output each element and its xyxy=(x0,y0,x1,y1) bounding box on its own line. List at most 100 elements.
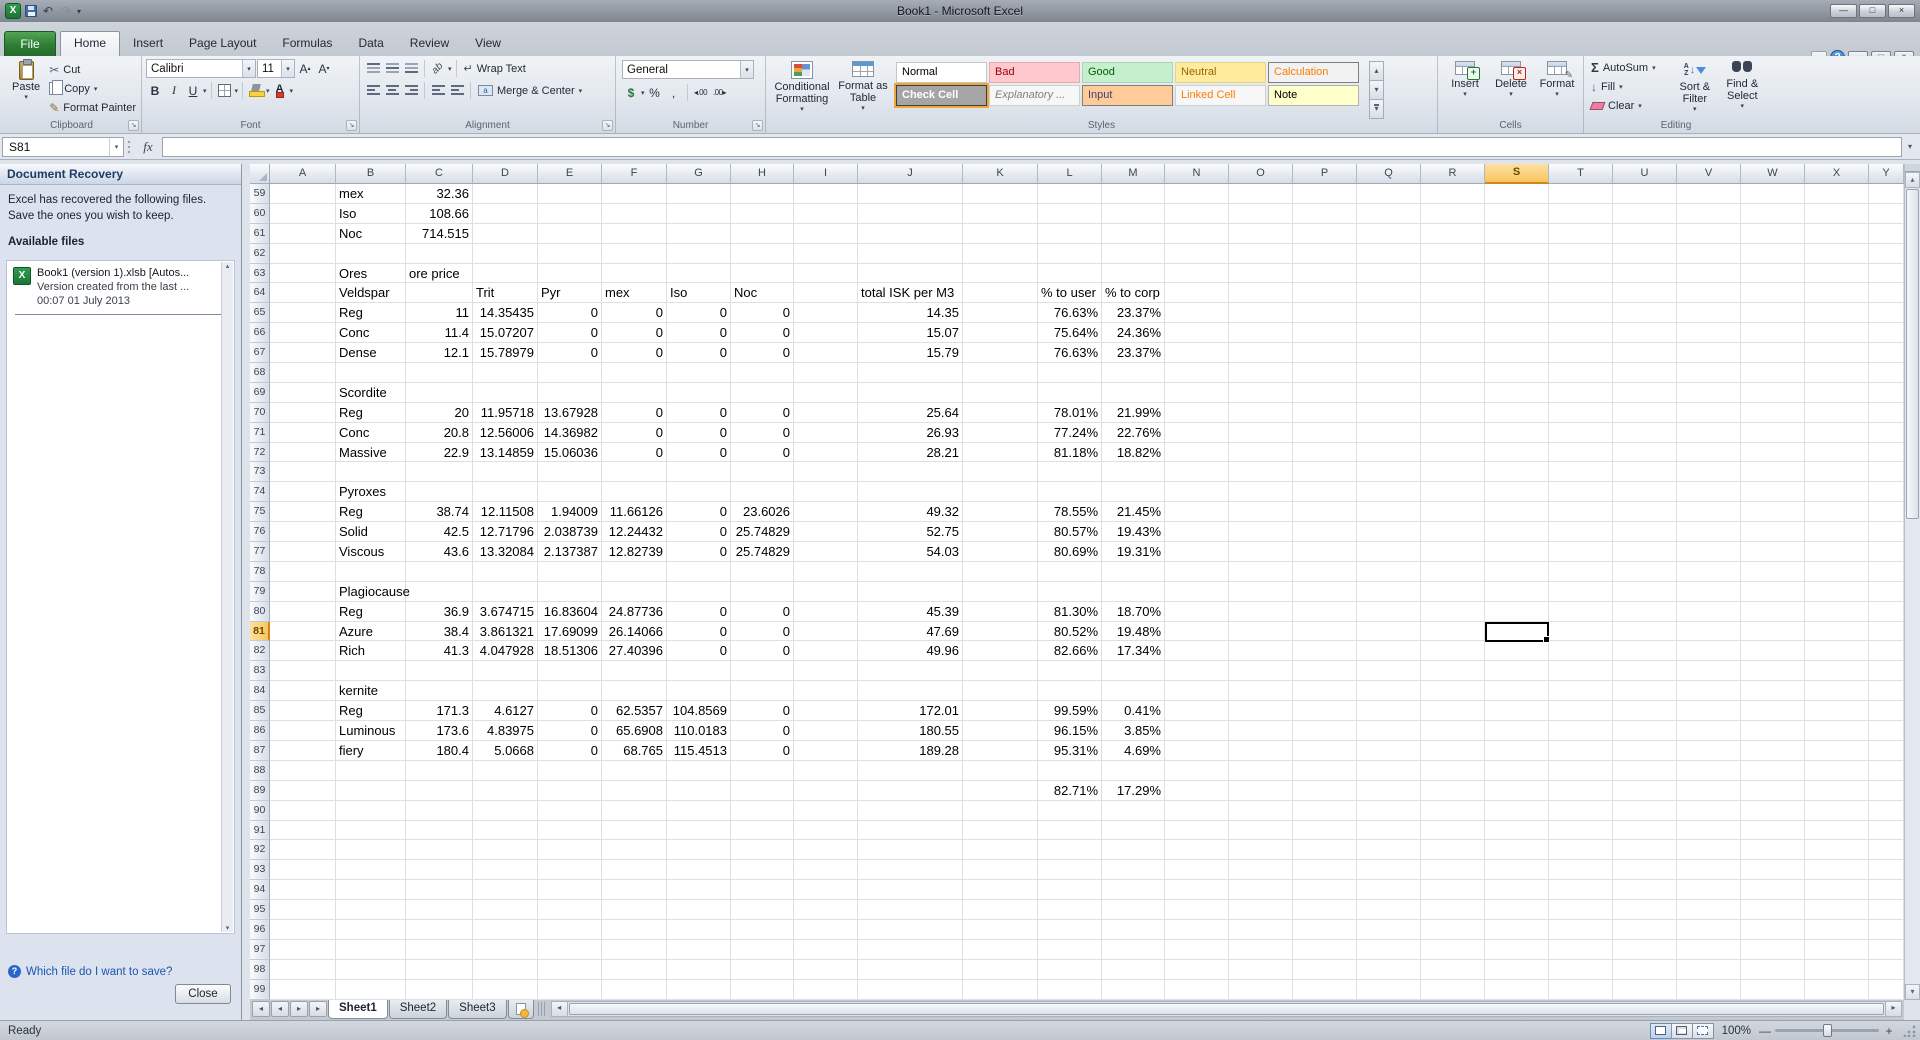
row-header-65[interactable]: 65 xyxy=(250,303,270,324)
cell-C66[interactable]: 11.4 xyxy=(406,323,473,344)
cell-P84[interactable] xyxy=(1293,681,1357,702)
cell-Q95[interactable] xyxy=(1357,900,1421,920)
cell-Y59[interactable] xyxy=(1869,184,1904,204)
cell-X87[interactable] xyxy=(1805,740,1869,761)
cell-T89[interactable] xyxy=(1549,780,1613,801)
cell-Y98[interactable] xyxy=(1869,959,1904,980)
cell-T79[interactable] xyxy=(1549,581,1613,602)
clear-button[interactable]: Clear ▾ xyxy=(1588,96,1671,115)
cell-K84[interactable] xyxy=(963,681,1038,702)
cell-V78[interactable] xyxy=(1677,561,1741,582)
cell-M99[interactable] xyxy=(1102,979,1165,1000)
cell-L78[interactable] xyxy=(1038,561,1102,582)
cell-L72[interactable]: 81.18% xyxy=(1038,442,1102,463)
cell-J63[interactable] xyxy=(858,263,963,284)
cell-X61[interactable] xyxy=(1805,223,1869,244)
cell-D85[interactable]: 4.6127 xyxy=(473,701,538,722)
cell-O95[interactable] xyxy=(1229,900,1293,920)
cell-U91[interactable] xyxy=(1613,820,1677,841)
cell-style-normal[interactable]: Normal xyxy=(896,62,987,83)
column-header-V[interactable]: V xyxy=(1677,164,1741,184)
cell-I81[interactable] xyxy=(794,621,858,642)
ribbon-tab-view[interactable]: View xyxy=(462,31,514,56)
cell-style-bad[interactable]: Bad xyxy=(989,62,1080,83)
tab-splitter[interactable] xyxy=(537,1002,545,1016)
cell-F61[interactable] xyxy=(602,223,667,244)
cell-P74[interactable] xyxy=(1293,482,1357,503)
excel-logo-icon[interactable]: X xyxy=(5,3,21,19)
cell-X94[interactable] xyxy=(1805,880,1869,901)
delete-cells-button[interactable]: Delete ▾ xyxy=(1488,58,1534,116)
cell-B91[interactable] xyxy=(336,820,406,841)
cell-F65[interactable]: 0 xyxy=(602,303,667,324)
cell-Q70[interactable] xyxy=(1357,402,1421,423)
cell-I70[interactable] xyxy=(794,402,858,423)
cell-T65[interactable] xyxy=(1549,303,1613,324)
cell-A66[interactable] xyxy=(270,323,336,344)
cell-T59[interactable] xyxy=(1549,184,1613,204)
cell-O97[interactable] xyxy=(1229,939,1293,960)
cell-J71[interactable]: 26.93 xyxy=(858,422,963,443)
cell-M81[interactable]: 19.48% xyxy=(1102,621,1165,642)
cell-J99[interactable] xyxy=(858,979,963,1000)
cell-E86[interactable]: 0 xyxy=(538,721,602,741)
cell-H74[interactable] xyxy=(731,482,794,503)
cell-M95[interactable] xyxy=(1102,900,1165,920)
cell-L76[interactable]: 80.57% xyxy=(1038,522,1102,543)
row-header-87[interactable]: 87 xyxy=(250,740,270,761)
cell-L90[interactable] xyxy=(1038,800,1102,821)
cell-F83[interactable] xyxy=(602,661,667,682)
paste-button[interactable]: Paste ▾ xyxy=(6,58,46,116)
cell-N88[interactable] xyxy=(1165,760,1229,781)
cell-K82[interactable] xyxy=(963,641,1038,662)
cell-Q97[interactable] xyxy=(1357,939,1421,960)
cell-H60[interactable] xyxy=(731,203,794,224)
ribbon-tab-review[interactable]: Review xyxy=(397,31,462,56)
cell-B93[interactable] xyxy=(336,860,406,881)
cell-M67[interactable]: 23.37% xyxy=(1102,343,1165,364)
cell-C65[interactable]: 11 xyxy=(406,303,473,324)
cell-A93[interactable] xyxy=(270,860,336,881)
cell-Y88[interactable] xyxy=(1869,760,1904,781)
cell-D94[interactable] xyxy=(473,880,538,901)
cell-B61[interactable]: Noc xyxy=(336,223,406,244)
cell-H93[interactable] xyxy=(731,860,794,881)
cell-Q79[interactable] xyxy=(1357,581,1421,602)
cell-A72[interactable] xyxy=(270,442,336,463)
cell-U64[interactable] xyxy=(1613,283,1677,304)
cell-O87[interactable] xyxy=(1229,740,1293,761)
cell-V97[interactable] xyxy=(1677,939,1741,960)
autosum-button[interactable]: Σ AutoSum ▾ xyxy=(1588,58,1671,77)
cell-Q94[interactable] xyxy=(1357,880,1421,901)
cell-J62[interactable] xyxy=(858,243,963,264)
cell-J95[interactable] xyxy=(858,900,963,920)
cell-M69[interactable] xyxy=(1102,382,1165,403)
cell-C62[interactable] xyxy=(406,243,473,264)
cell-D61[interactable] xyxy=(473,223,538,244)
cell-F60[interactable] xyxy=(602,203,667,224)
cell-N70[interactable] xyxy=(1165,402,1229,423)
cell-J64[interactable]: total ISK per M3 xyxy=(858,283,963,304)
cell-G70[interactable]: 0 xyxy=(667,402,731,423)
cell-F68[interactable] xyxy=(602,363,667,383)
cell-K77[interactable] xyxy=(963,542,1038,562)
cell-I77[interactable] xyxy=(794,542,858,562)
cell-Q77[interactable] xyxy=(1357,542,1421,562)
cell-J79[interactable] xyxy=(858,581,963,602)
cell-D68[interactable] xyxy=(473,363,538,383)
cell-X60[interactable] xyxy=(1805,203,1869,224)
cell-T84[interactable] xyxy=(1549,681,1613,702)
cell-A98[interactable] xyxy=(270,959,336,980)
ribbon-tab-data[interactable]: Data xyxy=(345,31,396,56)
cell-U87[interactable] xyxy=(1613,740,1677,761)
cell-U72[interactable] xyxy=(1613,442,1677,463)
cell-O66[interactable] xyxy=(1229,323,1293,344)
column-header-X[interactable]: X xyxy=(1805,164,1869,184)
cell-C71[interactable]: 20.8 xyxy=(406,422,473,443)
cell-I61[interactable] xyxy=(794,223,858,244)
cell-F71[interactable]: 0 xyxy=(602,422,667,443)
cell-H82[interactable]: 0 xyxy=(731,641,794,662)
cell-E63[interactable] xyxy=(538,263,602,284)
cell-E62[interactable] xyxy=(538,243,602,264)
recovered-file-item[interactable]: X Book1 (version 1).xlsb [Autos... Versi… xyxy=(7,261,234,312)
